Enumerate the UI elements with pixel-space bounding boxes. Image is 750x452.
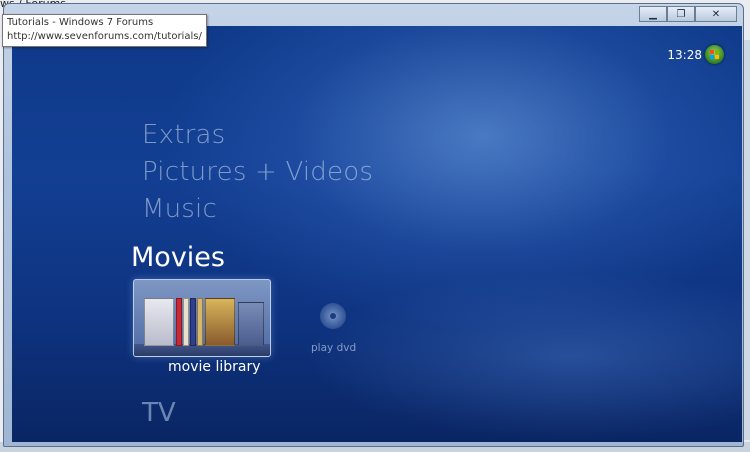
- menu-item-pictures-videos[interactable]: Pictures + Videos: [142, 157, 373, 187]
- minimize-button[interactable]: ▁: [639, 6, 667, 22]
- movie-spine: [190, 298, 196, 346]
- tooltip-title: Tutorials - Windows 7 Forums: [7, 17, 154, 28]
- movie-cover: [205, 298, 235, 346]
- movie-cover: [144, 298, 174, 346]
- background-right-strip: [744, 40, 750, 440]
- play-dvd-label[interactable]: play dvd: [311, 342, 356, 354]
- menu-item-movies[interactable]: Movies: [131, 242, 225, 273]
- media-center-screen: 13:28 Extras Pictures + Videos Music Mov…: [12, 26, 742, 442]
- menu-item-extras[interactable]: Extras: [142, 120, 225, 150]
- close-icon: ✕: [711, 8, 721, 20]
- movie-spine: [183, 298, 189, 346]
- movie-cover: [238, 302, 264, 346]
- movie-library-tile[interactable]: [133, 279, 271, 357]
- window-controls: ▁ ❐ ✕: [639, 6, 737, 22]
- movie-spine: [176, 298, 182, 346]
- restore-icon: ❐: [676, 8, 686, 20]
- tooltip-url: http://www.sevenforums.com/tutorials/: [7, 31, 202, 42]
- restore-button[interactable]: ❐: [667, 6, 695, 22]
- movie-library-label[interactable]: movie library: [168, 359, 260, 375]
- dvd-icon[interactable]: [320, 303, 346, 329]
- movie-spine: [197, 298, 203, 346]
- menu-item-tv[interactable]: TV: [142, 398, 176, 428]
- minimize-icon: ▁: [649, 8, 657, 20]
- link-tooltip: Tutorials - Windows 7 Forums http://www.…: [2, 14, 207, 47]
- clock: 13:28: [667, 48, 702, 62]
- windows-orb-icon[interactable]: [705, 45, 724, 64]
- close-button[interactable]: ✕: [695, 6, 737, 22]
- menu-item-music[interactable]: Music: [142, 194, 217, 224]
